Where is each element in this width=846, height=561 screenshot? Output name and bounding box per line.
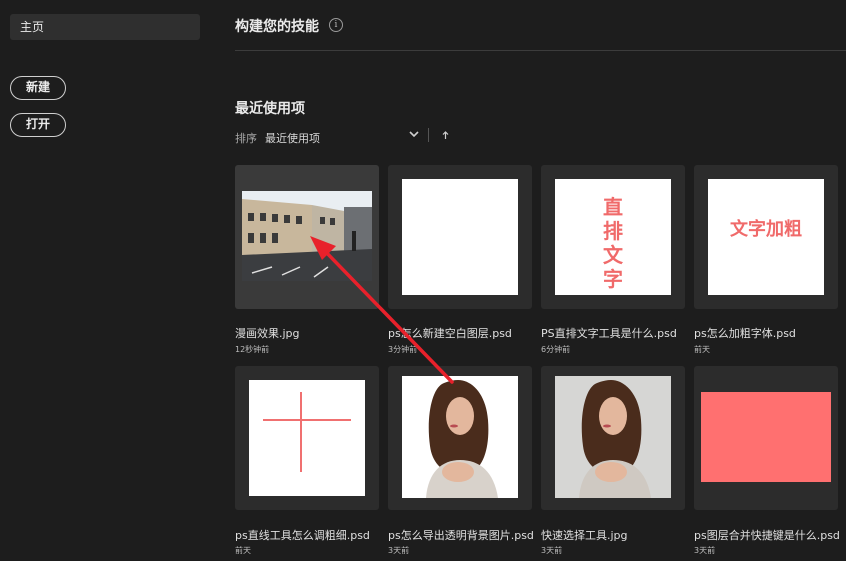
new-button[interactable]: 新建 <box>10 76 66 100</box>
file-card[interactable] <box>694 366 838 510</box>
file-name[interactable]: 快速选择工具.jpg <box>541 527 628 543</box>
file-name[interactable]: PS直排文字工具是什么.psd <box>541 325 677 341</box>
file-time: 6分钟前 <box>541 345 571 354</box>
file-name[interactable]: ps怎么加粗字体.psd <box>694 325 796 341</box>
file-time: 12秒钟前 <box>235 345 270 354</box>
file-card[interactable]: 文字加粗 <box>694 165 838 309</box>
sidebar: 主页 新建 打开 <box>0 0 215 561</box>
file-time: 3天前 <box>541 546 563 555</box>
file-name[interactable]: 漫画效果.jpg <box>235 325 300 341</box>
file-time: 前天 <box>694 345 710 354</box>
red-rectangle-thumbnail <box>701 392 831 482</box>
file-card[interactable] <box>235 165 379 309</box>
portrait-transparent-thumbnail <box>402 376 518 498</box>
file-name[interactable]: ps图层合并快捷键是什么.psd <box>694 527 840 543</box>
sort-separator <box>428 128 429 142</box>
chevron-down-icon[interactable] <box>409 128 419 140</box>
file-time: 3天前 <box>694 546 716 555</box>
cross-lines-thumbnail <box>249 380 365 496</box>
file-card[interactable] <box>388 366 532 510</box>
info-icon[interactable]: i <box>329 18 343 32</box>
file-name[interactable]: ps直线工具怎么调粗细.psd <box>235 527 370 543</box>
file-name[interactable]: ps怎么新建空白图层.psd <box>388 325 512 341</box>
portrait-thumbnail <box>555 376 671 498</box>
bold-text-thumbnail: 文字加粗 <box>708 179 824 295</box>
open-button[interactable]: 打开 <box>10 113 66 137</box>
vertical-text: 直排文字 <box>603 195 623 291</box>
street-photo-thumbnail <box>242 191 372 281</box>
sidebar-item-home[interactable]: 主页 <box>10 14 200 40</box>
file-card[interactable] <box>541 366 685 510</box>
file-card[interactable]: 直排文字 <box>541 165 685 309</box>
arrow-up-icon[interactable] <box>441 129 450 141</box>
divider <box>235 50 846 51</box>
page-title: 构建您的技能 <box>235 19 319 35</box>
recent-section-title: 最近使用项 <box>235 101 305 117</box>
file-time: 前天 <box>235 546 251 555</box>
file-time: 3分钟前 <box>388 345 418 354</box>
vertical-text-thumbnail: 直排文字 <box>555 179 671 295</box>
file-name[interactable]: ps怎么导出透明背景图片.psd <box>388 527 534 543</box>
file-card[interactable] <box>388 165 532 309</box>
file-card[interactable] <box>235 366 379 510</box>
bold-text: 文字加粗 <box>730 219 802 240</box>
blank-thumbnail <box>402 179 518 295</box>
sort-select[interactable]: 最近使用项 <box>265 130 320 146</box>
file-time: 3天前 <box>388 546 410 555</box>
sort-label: 排序 <box>235 132 257 145</box>
